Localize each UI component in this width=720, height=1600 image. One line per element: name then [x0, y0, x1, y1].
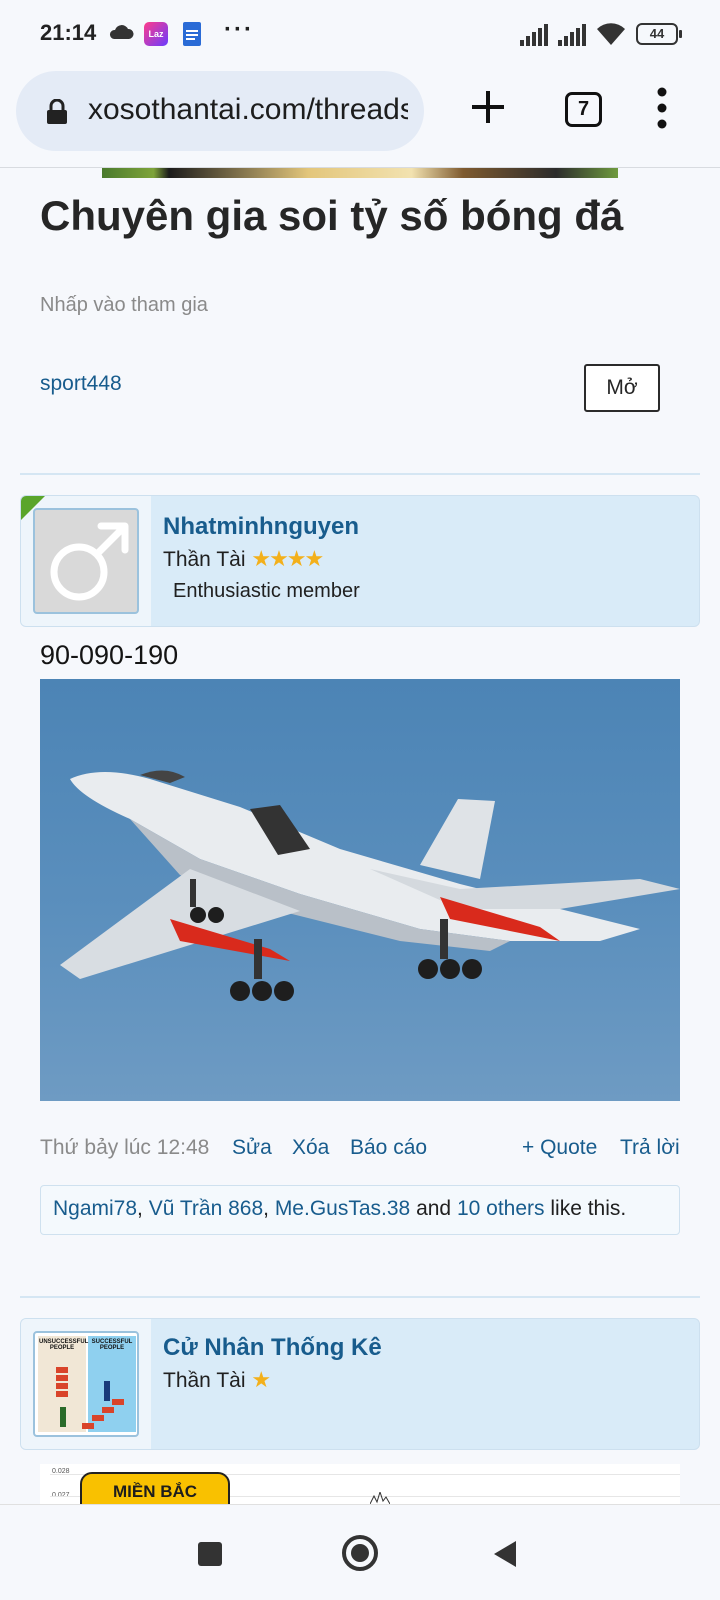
- others-link[interactable]: 10 others: [457, 1197, 545, 1220]
- lazada-app-icon: Laz: [144, 22, 168, 46]
- bomber-aircraft-photo: [60, 770, 680, 1001]
- navigation-bar: [0, 1504, 720, 1600]
- post-date[interactable]: Thứ bảy lúc 12:48: [40, 1136, 209, 1160]
- edit-link[interactable]: Sửa: [232, 1136, 272, 1160]
- open-button[interactable]: Mở: [584, 364, 660, 412]
- thread-title: Chuyên gia soi tỷ số bóng đá: [40, 192, 624, 239]
- stairs-illustration-icon: [56, 1367, 124, 1429]
- report-link[interactable]: Báo cáo: [350, 1136, 427, 1160]
- cloud-icon: [109, 25, 134, 39]
- avatar[interactable]: UNSUCCESSFUL PEOPLE SUCCESSFUL PEOPLE: [33, 1331, 139, 1437]
- likes-suffix: like this.: [550, 1197, 627, 1220]
- post-chart-image[interactable]: 0.028 0.027 MIỀN BẮC: [40, 1464, 680, 1504]
- more-notifications-icon: ···: [224, 16, 254, 43]
- likes-and: and: [416, 1197, 452, 1220]
- post-username[interactable]: Cử Nhân Thống Kê: [163, 1334, 382, 1362]
- browser-toolbar: xosothantai.com/threads 7: [0, 66, 720, 168]
- online-indicator: [21, 496, 45, 520]
- status-time: 21:14: [40, 20, 97, 45]
- reply-link[interactable]: Trả lời: [620, 1136, 680, 1160]
- url-text[interactable]: xosothantai.com/threads: [88, 93, 408, 127]
- avatar-label-left: UNSUCCESSFUL PEOPLE: [39, 1339, 89, 1351]
- quote-link[interactable]: + Quote: [522, 1136, 597, 1160]
- address-bar[interactable]: xosothantai.com/threads: [16, 71, 424, 151]
- back-button[interactable]: [494, 1541, 516, 1567]
- user-title: Thần Tài ★: [163, 1367, 271, 1393]
- divider: [20, 473, 700, 475]
- join-hint: Nhấp vào tham gia: [40, 294, 208, 316]
- tab-switcher-button[interactable]: 7: [565, 92, 602, 127]
- battery-indicator: 44: [636, 23, 682, 45]
- banner-image: [102, 168, 618, 178]
- tag-link[interactable]: sport448: [40, 372, 122, 396]
- browser-menu-icon[interactable]: [652, 86, 672, 130]
- user-title-text: Thần Tài: [163, 548, 246, 571]
- region-badge: MIỀN BẮC: [80, 1472, 230, 1504]
- signal-icon: [558, 24, 586, 46]
- divider: [20, 1296, 700, 1298]
- wifi-icon: [597, 23, 625, 45]
- home-button[interactable]: [342, 1535, 378, 1571]
- post-image[interactable]: [40, 679, 680, 1101]
- rank-stars-icon: ★: [251, 1367, 271, 1392]
- liker-link[interactable]: Me.GusTas.38: [275, 1197, 410, 1220]
- avatar[interactable]: [33, 508, 139, 614]
- user-title-text: Thần Tài: [163, 1369, 246, 1392]
- chart-line-mark: [370, 1492, 390, 1504]
- post-username[interactable]: Nhatminhnguyen: [163, 513, 359, 541]
- male-symbol-icon: [50, 522, 129, 601]
- status-bar: 21:14 Laz ··· 44: [0, 0, 720, 66]
- docs-app-icon: [183, 22, 201, 46]
- recents-button[interactable]: [198, 1542, 222, 1566]
- lock-icon[interactable]: [46, 99, 68, 125]
- post-header: UNSUCCESSFUL PEOPLE SUCCESSFUL PEOPLE Cử…: [20, 1318, 700, 1450]
- avatar-cell: UNSUCCESSFUL PEOPLE SUCCESSFUL PEOPLE: [21, 1319, 151, 1449]
- post-header: Nhatminhnguyen Thần Tài ★★★★ Enthusiasti…: [20, 495, 700, 627]
- liker-link[interactable]: Vũ Trần 868: [149, 1197, 263, 1220]
- likes-summary: Ngami78, Vũ Trần 868, Me.GusTas.38 and 1…: [40, 1185, 680, 1235]
- avatar-cell: [21, 496, 151, 626]
- new-tab-button[interactable]: [468, 87, 508, 127]
- user-rank: Enthusiastic member: [173, 580, 360, 602]
- avatar-label-right: SUCCESSFUL PEOPLE: [91, 1339, 133, 1351]
- delete-link[interactable]: Xóa: [292, 1136, 329, 1160]
- signal-icon: [520, 24, 548, 46]
- post-text: 90-090-190: [40, 640, 179, 670]
- user-title: Thần Tài ★★★★: [163, 546, 324, 572]
- rank-stars-icon: ★★★★: [251, 546, 324, 571]
- liker-link[interactable]: Ngami78: [53, 1197, 137, 1220]
